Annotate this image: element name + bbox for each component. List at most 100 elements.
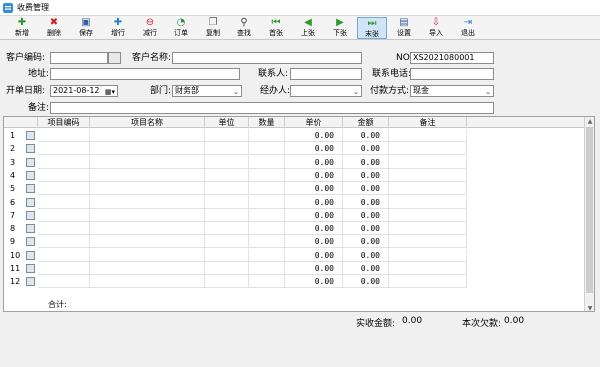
row-detail-icon[interactable] <box>26 184 35 194</box>
column-header-amount[interactable]: 金额 <box>343 117 389 128</box>
toolbar-button-last[interactable]: ⏭ 末张 <box>357 17 387 39</box>
cell-qty[interactable] <box>249 248 285 262</box>
cell-price[interactable]: 0.00 <box>285 155 343 169</box>
column-header-remark[interactable]: 备注 <box>389 117 467 128</box>
cell-unit[interactable] <box>205 222 249 236</box>
cell-price[interactable]: 0.00 <box>285 168 343 182</box>
scroll-down-icon[interactable]: ▼ <box>585 304 594 311</box>
column-header-qty[interactable]: 数量 <box>249 117 285 128</box>
toolbar-button-first[interactable]: ⏮ 首张 <box>261 17 291 39</box>
row-detail-icon[interactable] <box>26 157 35 167</box>
table-row[interactable]: 2 0.00 0.00 <box>4 142 584 156</box>
scroll-up-icon[interactable]: ▲ <box>585 117 594 126</box>
date-picker[interactable]: 2021-08-12 ▦▾ <box>50 85 118 97</box>
cell-amount[interactable]: 0.00 <box>343 235 389 249</box>
column-header-unit[interactable]: 单位 <box>205 117 249 128</box>
vertical-scrollbar[interactable]: ▲ ▼ <box>584 117 594 311</box>
cell-amount[interactable]: 0.00 <box>343 248 389 262</box>
toolbar-button-order[interactable]: ◔ 订单 <box>166 17 196 39</box>
table-row[interactable]: 5 0.00 0.00 <box>4 182 584 196</box>
cell-code[interactable] <box>38 168 90 182</box>
cell-qty[interactable] <box>249 129 285 142</box>
row-detail-icon[interactable] <box>26 144 35 154</box>
handler-select[interactable]: ⌄ <box>290 85 362 97</box>
cell-price[interactable]: 0.00 <box>285 222 343 236</box>
cell-unit[interactable] <box>205 142 249 156</box>
cell-name[interactable] <box>90 248 205 262</box>
cell-remark[interactable] <box>389 275 467 289</box>
cell-code[interactable] <box>38 235 90 249</box>
cell-remark[interactable] <box>389 142 467 156</box>
cell-code[interactable] <box>38 142 90 156</box>
cell-amount[interactable]: 0.00 <box>343 275 389 289</box>
phone-input[interactable] <box>410 68 494 80</box>
cell-price[interactable]: 0.00 <box>285 248 343 262</box>
row-detail-icon[interactable] <box>26 210 35 220</box>
cell-unit[interactable] <box>205 129 249 142</box>
cell-name[interactable] <box>90 129 205 142</box>
column-header-code[interactable]: 项目编码 <box>38 117 90 128</box>
cell-unit[interactable] <box>205 168 249 182</box>
cell-unit[interactable] <box>205 155 249 169</box>
cell-code[interactable] <box>38 248 90 262</box>
cell-qty[interactable] <box>249 155 285 169</box>
toolbar-button-import[interactable]: ⇩ 导入 <box>421 17 451 39</box>
cell-remark[interactable] <box>389 262 467 275</box>
cell-qty[interactable] <box>249 275 285 289</box>
toolbar-button-add-row[interactable]: ✚ 增行 <box>103 17 133 39</box>
department-select[interactable]: 财务部 ⌄ <box>172 85 242 97</box>
cell-qty[interactable] <box>249 142 285 156</box>
table-row[interactable]: 12 0.00 0.00 <box>4 275 584 289</box>
table-row[interactable]: 9 0.00 0.00 <box>4 235 584 249</box>
toolbar-button-next[interactable]: ▶ 下张 <box>325 17 355 39</box>
cell-name[interactable] <box>90 182 205 196</box>
cell-code[interactable] <box>38 262 90 275</box>
cell-remark[interactable] <box>389 129 467 142</box>
payment-select[interactable]: 现金 ⌄ <box>410 85 494 97</box>
cell-qty[interactable] <box>249 195 285 209</box>
remark-input[interactable] <box>50 102 494 114</box>
cell-unit[interactable] <box>205 275 249 289</box>
row-detail-icon[interactable] <box>26 170 35 180</box>
cell-remark[interactable] <box>389 195 467 209</box>
customer-code-input[interactable] <box>50 52 108 64</box>
no-input[interactable]: XS2021080001 <box>410 52 494 64</box>
cell-qty[interactable] <box>249 235 285 249</box>
table-row[interactable]: 10 0.00 0.00 <box>4 248 584 262</box>
toolbar-button-remove-row[interactable]: ⊖ 减行 <box>135 17 165 39</box>
row-detail-icon[interactable] <box>26 277 35 287</box>
toolbar-button-save[interactable]: ▣ 保存 <box>71 17 101 39</box>
cell-code[interactable] <box>38 155 90 169</box>
row-detail-icon[interactable] <box>26 237 35 247</box>
table-row[interactable]: 4 0.00 0.00 <box>4 168 584 182</box>
cell-price[interactable]: 0.00 <box>285 262 343 275</box>
cell-qty[interactable] <box>249 222 285 236</box>
cell-remark[interactable] <box>389 168 467 182</box>
cell-amount[interactable]: 0.00 <box>343 222 389 236</box>
cell-code[interactable] <box>38 208 90 222</box>
cell-remark[interactable] <box>389 235 467 249</box>
cell-name[interactable] <box>90 142 205 156</box>
cell-qty[interactable] <box>249 262 285 275</box>
cell-code[interactable] <box>38 129 90 142</box>
cell-amount[interactable]: 0.00 <box>343 182 389 196</box>
cell-code[interactable] <box>38 275 90 289</box>
cell-unit[interactable] <box>205 208 249 222</box>
table-row[interactable]: 8 0.00 0.00 <box>4 222 584 236</box>
toolbar-button-find[interactable]: ⚲ 查找 <box>229 17 259 39</box>
cell-name[interactable] <box>90 235 205 249</box>
table-row[interactable]: 3 0.00 0.00 <box>4 155 584 169</box>
cell-qty[interactable] <box>249 168 285 182</box>
cell-name[interactable] <box>90 275 205 289</box>
cell-name[interactable] <box>90 222 205 236</box>
row-detail-icon[interactable] <box>26 250 35 260</box>
cell-remark[interactable] <box>389 155 467 169</box>
cell-name[interactable] <box>90 208 205 222</box>
items-grid[interactable]: 项目编码 项目名称 单位 数量 单价 金额 备注 1 0.00 0.00 2 0.00 0.00 3 0.… <box>3 116 595 312</box>
cell-amount[interactable]: 0.00 <box>343 168 389 182</box>
toolbar-button-copy[interactable]: ❐ 复制 <box>198 17 228 39</box>
calendar-icon[interactable]: ▦▾ <box>105 87 115 97</box>
cell-amount[interactable]: 0.00 <box>343 195 389 209</box>
address-input[interactable] <box>50 68 240 80</box>
table-row[interactable]: 7 0.00 0.00 <box>4 208 584 222</box>
